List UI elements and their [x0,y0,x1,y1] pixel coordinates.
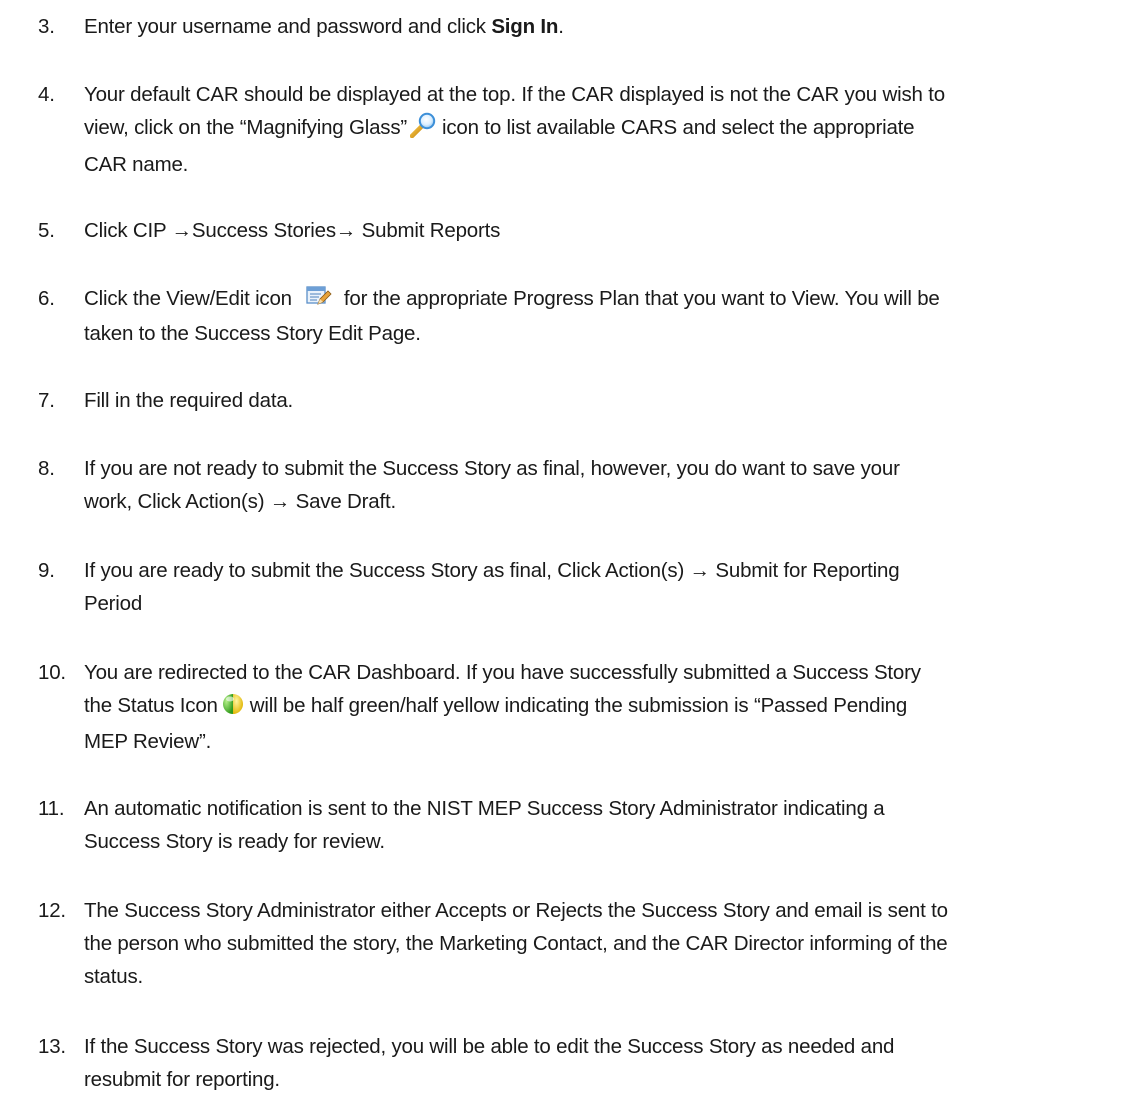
step-number: 6. [38,287,55,310]
step-line: You are redirected to the CAR Dashboard.… [84,661,921,684]
step-line: taken to the Success Story Edit Page. [84,322,421,345]
step-text: If you are ready to submit the Success S… [84,554,1144,620]
view-edit-icon [306,284,332,317]
step-line: If you are not ready to submit the Succe… [84,457,900,480]
step-number: 8. [38,457,55,480]
step-number: 3. [38,15,55,38]
step-line: The Success Story Administrator either A… [84,899,948,922]
step-text: The Success Story Administrator either A… [84,894,1144,993]
step-number: 9. [38,559,55,582]
status-icon [222,692,244,725]
step-number: 11. [38,797,65,820]
step-text: Enter your username and password and cli… [84,10,1144,43]
step-line: Period [84,592,143,615]
step-number: 5. [38,219,55,242]
step-line: resubmit for reporting. [84,1068,280,1091]
step-line: Fill in the required data. [84,389,294,412]
step-line: Your default CAR should be displayed at … [84,83,945,106]
step-text: You are redirected to the CAR Dashboard.… [84,656,1144,758]
step-line: status. [84,965,143,988]
step-text: Click the View/Edit icon for the appropr… [84,282,1144,350]
step-text: If you are not ready to submit the Succe… [84,452,1144,518]
step-line: Enter your username and password and cli… [84,15,564,38]
step-text: An automatic notification is sent to the… [84,792,1144,858]
step-line: If you are ready to submit the Success S… [84,559,900,582]
instruction-document: 3. Enter your username and password and … [0,0,1148,1091]
sign-in-label: Sign In [491,15,559,38]
step-line: work, Click Action(s) → Save Draft. [84,490,396,513]
step-line: Click CIP →Success Stories→ Submit Repor… [84,219,501,242]
step-line: If the Success Story was rejected, you w… [84,1035,895,1058]
step-line: view, click on the “Magnifying Glass” ic… [84,111,1144,148]
step-number: 4. [38,83,55,106]
step-line: MEP Review”. [84,730,212,753]
step-text: If the Success Story was rejected, you w… [84,1030,1144,1096]
step-line: Success Story is ready for review. [84,830,385,853]
step-line: CAR name. [84,153,189,176]
step-line: the Status Icon will be half green/half … [84,689,1144,725]
step-number: 12. [38,899,66,922]
step-text: Click CIP →Success Stories→ Submit Repor… [84,214,1144,247]
step-text: Fill in the required data. [84,384,1144,417]
step-line: the person who submitted the story, the … [84,932,948,955]
magnifying-glass-icon [409,112,438,148]
step-number: 13. [38,1035,66,1058]
step-text: Your default CAR should be displayed at … [84,78,1144,181]
step-line: An automatic notification is sent to the… [84,797,885,820]
step-number: 7. [38,389,55,412]
step-line: Click the View/Edit icon for the appropr… [84,282,1144,317]
step-number: 10. [38,661,66,684]
